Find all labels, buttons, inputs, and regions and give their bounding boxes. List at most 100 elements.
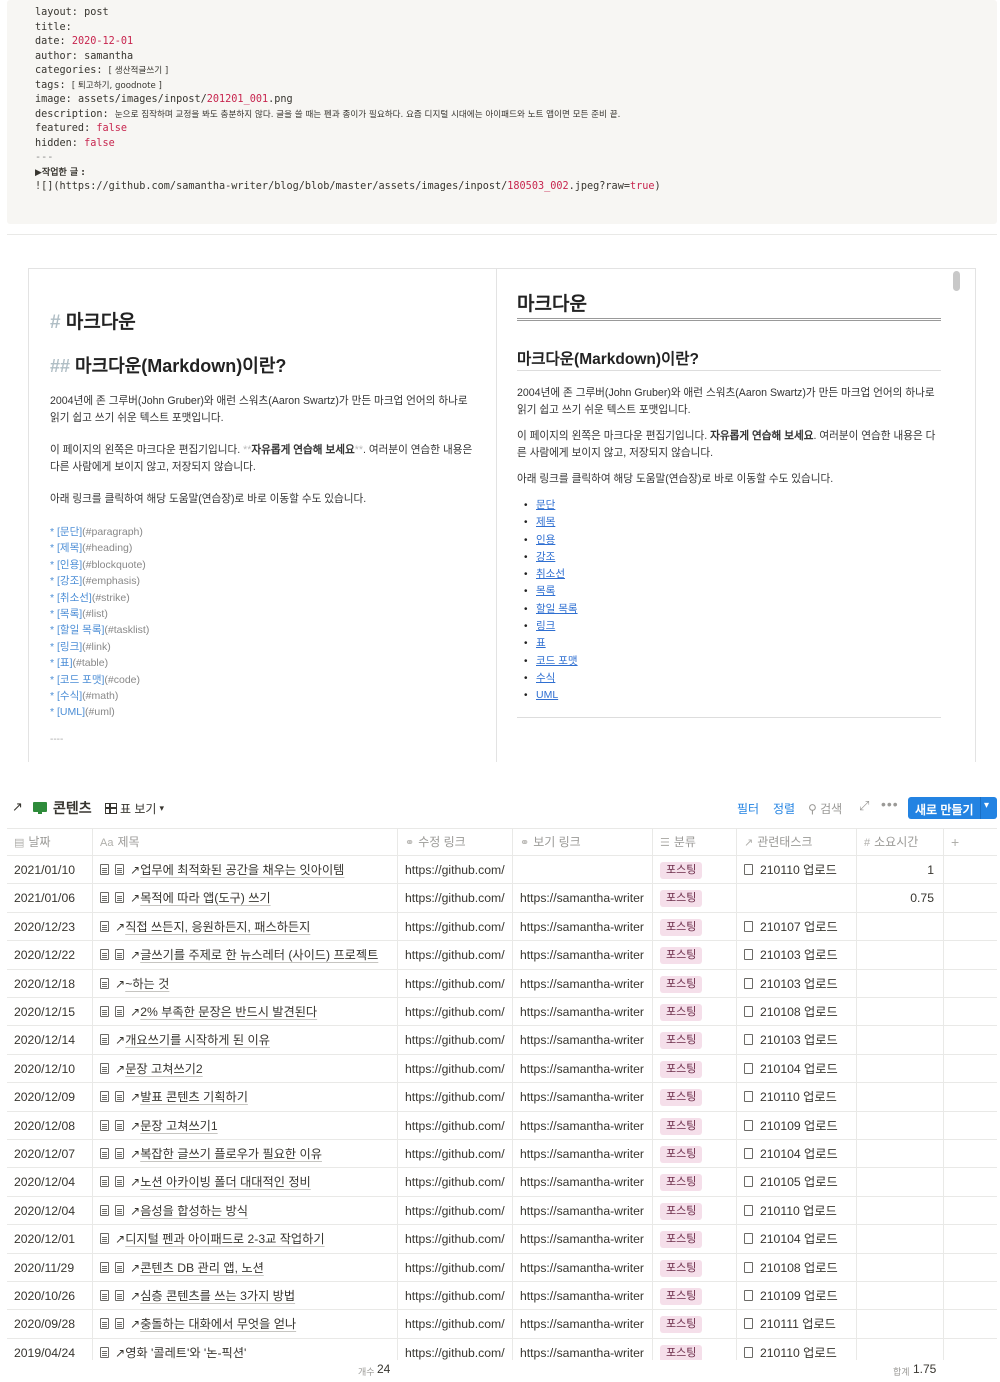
cell-title[interactable]: ↗디지털 펜과 아이패드로 2-3교 작업하기 — [93, 1225, 398, 1253]
preview-link-list[interactable]: 목록 — [536, 585, 555, 597]
cell-date[interactable]: 2020/09/28 — [7, 1310, 93, 1338]
page-title-link[interactable]: 충돌하는 대화에서 무엇을 얻나 — [140, 1317, 296, 1331]
cell-time[interactable]: 1 — [857, 856, 944, 884]
expand-icon[interactable]: ⤢ — [859, 798, 869, 814]
column-header-title[interactable]: Aa 제목 — [93, 829, 398, 855]
page-title-link[interactable]: 글쓰기를 주제로 한 뉴스레터 (사이드) 프로젝트 — [140, 948, 378, 962]
cell-view-link[interactable]: https://samantha-writer — [513, 884, 653, 912]
cell-view-link[interactable]: https://samantha-writer — [513, 1338, 653, 1360]
cell-title[interactable]: ↗개요쓰기를 시작하게 된 이유 — [93, 1026, 398, 1054]
cell-time[interactable] — [857, 1026, 944, 1054]
table-row[interactable]: 2020/09/28 ↗충돌하는 대화에서 무엇을 얻나 https://githu… — [7, 1310, 997, 1339]
cell-date[interactable]: 2020/12/08 — [7, 1111, 93, 1139]
cell-time[interactable] — [857, 1338, 944, 1360]
cell-time[interactable] — [857, 1168, 944, 1196]
table-row[interactable]: 2020/12/10 ↗문장 고쳐쓰기2 https://github.com/ht… — [7, 1054, 997, 1084]
cell-category[interactable]: 포스팅 — [653, 1338, 737, 1360]
cell-category[interactable]: 포스팅 — [653, 1225, 737, 1253]
page-title-link[interactable]: 디지털 펜과 아이패드로 2-3교 작업하기 — [125, 1232, 324, 1246]
cell-time[interactable] — [857, 1083, 944, 1111]
cell-time[interactable] — [857, 1282, 944, 1310]
add-column-icon[interactable]: + — [944, 829, 997, 855]
column-header-task[interactable]: ↗ 관련태스크 — [737, 829, 857, 855]
cell-edit-link[interactable]: https://github.com/ — [398, 1253, 513, 1281]
cell-date[interactable]: 2021/01/10 — [7, 856, 93, 884]
cell-date[interactable]: 2020/12/04 — [7, 1196, 93, 1225]
cell-category[interactable]: 포스팅 — [653, 998, 737, 1026]
filter-button[interactable]: 필터 — [737, 800, 759, 817]
markdown-editor-embed[interactable]: # 마크다운 ## 마크다운(Markdown)이란? 2004년에 존 그루버… — [28, 268, 976, 762]
preview-link-code[interactable]: 코드 포맷 — [536, 655, 578, 667]
cell-edit-link[interactable]: https://github.com/ — [398, 1225, 513, 1253]
column-header-time[interactable]: # 소요시간 — [857, 829, 944, 855]
cell-title[interactable]: ↗콘텐츠 DB 관리 앱, 노션 — [93, 1253, 398, 1281]
page-title-link[interactable]: 목적에 따라 앱(도구) 쓰기 — [140, 891, 270, 905]
cell-time[interactable] — [857, 1140, 944, 1168]
table-row[interactable]: 2019/04/24 ↗영화 '콜레트'와 '논-픽션' https://githu… — [7, 1338, 997, 1360]
cell-title[interactable]: ↗2% 부족한 문장은 반드시 발견된다 — [93, 998, 398, 1026]
page-title-link[interactable]: 음성을 합성하는 방식 — [140, 1204, 248, 1218]
table-row[interactable]: 2020/12/08 ↗문장 고쳐쓰기1 https://github.com/ht… — [7, 1111, 997, 1140]
cell-edit-link[interactable]: https://github.com/ — [398, 1083, 513, 1111]
task-link[interactable]: 210103 업로드 — [760, 1033, 838, 1047]
sort-button[interactable]: 정렬 — [773, 800, 795, 817]
cell-task[interactable]: 210105 업로드 — [737, 1168, 857, 1196]
cell-title[interactable]: ↗발표 콘텐츠 기획하기 — [93, 1083, 398, 1111]
cell-edit-link[interactable]: https://github.com/ — [398, 1026, 513, 1054]
cell-time[interactable] — [857, 969, 944, 997]
cell-category[interactable]: 포스팅 — [653, 1168, 737, 1196]
preview-link-link[interactable]: 링크 — [536, 620, 555, 632]
cell-edit-link[interactable]: https://github.com/ — [398, 1168, 513, 1196]
task-link[interactable]: 210111 업로드 — [760, 1317, 836, 1331]
cell-task[interactable]: 210110 업로드 — [737, 856, 857, 884]
cell-view-link[interactable]: https://samantha-writer — [513, 1282, 653, 1310]
task-link[interactable]: 210109 업로드 — [760, 1289, 838, 1303]
cell-task[interactable]: 210104 업로드 — [737, 1054, 857, 1083]
page-title-link[interactable]: 콘텐츠 DB 관리 앱, 노션 — [140, 1261, 264, 1275]
column-header-category[interactable]: ☰ 분류 — [653, 829, 737, 855]
cell-view-link[interactable]: https://samantha-writer — [513, 1196, 653, 1225]
cell-date[interactable]: 2020/12/01 — [7, 1225, 93, 1253]
cell-category[interactable]: 포스팅 — [653, 1054, 737, 1083]
cell-category[interactable]: 포스팅 — [653, 1140, 737, 1168]
task-link[interactable]: 210103 업로드 — [760, 977, 838, 991]
cell-edit-link[interactable]: https://github.com/ — [398, 1310, 513, 1338]
table-row[interactable]: 2020/10/26 ↗심층 콘텐츠를 쓰는 3가지 방법 https://gith… — [7, 1282, 997, 1311]
cell-edit-link[interactable]: https://github.com/ — [398, 884, 513, 912]
column-header-date[interactable]: ▤ 날짜 — [7, 829, 93, 855]
task-link[interactable]: 210110 업로드 — [760, 863, 837, 877]
cell-task[interactable]: 210109 업로드 — [737, 1111, 857, 1139]
cell-edit-link[interactable]: https://github.com/ — [398, 1054, 513, 1083]
cell-time[interactable] — [857, 1054, 944, 1083]
table-row[interactable]: 2020/12/01 ↗디지털 펜과 아이패드로 2-3교 작업하기 https:/… — [7, 1225, 997, 1254]
page-title-link[interactable]: 개요쓰기를 시작하게 된 이유 — [125, 1033, 270, 1047]
cell-view-link[interactable]: https://samantha-writer — [513, 1168, 653, 1196]
cell-title[interactable]: ↗문장 고쳐쓰기2 — [93, 1054, 398, 1083]
cell-time[interactable] — [857, 1225, 944, 1253]
cell-category[interactable]: 포스팅 — [653, 912, 737, 941]
cell-time[interactable] — [857, 998, 944, 1026]
task-link[interactable]: 210110 업로드 — [760, 1090, 837, 1104]
page-title-link[interactable]: 영화 '콜레트'와 '논-픽션' — [125, 1346, 246, 1360]
cell-view-link[interactable]: https://samantha-writer — [513, 1225, 653, 1253]
database-title[interactable]: 콘텐츠 — [53, 798, 92, 818]
cell-category[interactable]: 포스팅 — [653, 1196, 737, 1225]
cell-category[interactable]: 포스팅 — [653, 969, 737, 997]
cell-edit-link[interactable]: https://github.com/ — [398, 1196, 513, 1225]
cell-title[interactable]: ↗글쓰기를 주제로 한 뉴스레터 (사이드) 프로젝트 — [93, 941, 398, 969]
cell-edit-link[interactable]: https://github.com/ — [398, 912, 513, 941]
preview-link-strike[interactable]: 취소선 — [536, 568, 565, 580]
column-header-view-link[interactable]: ⚭ 보기 링크 — [513, 829, 653, 855]
task-link[interactable]: 210104 업로드 — [760, 1232, 838, 1246]
table-row[interactable]: 2020/11/29 ↗콘텐츠 DB 관리 앱, 노션 https://github… — [7, 1253, 997, 1282]
cell-date[interactable]: 2021/01/06 — [7, 884, 93, 912]
cell-date[interactable]: 2020/12/22 — [7, 941, 93, 969]
page-title-link[interactable]: 업무에 최적화된 공간을 채우는 잇아이템 — [140, 863, 344, 877]
cell-category[interactable]: 포스팅 — [653, 1253, 737, 1281]
table-row[interactable]: 2020/12/23 ↗직접 쓰든지, 응원하든지, 패스하든지 https://g… — [7, 912, 997, 942]
page-title-link[interactable]: 심층 콘텐츠를 쓰는 3가지 방법 — [140, 1289, 295, 1303]
cell-category[interactable]: 포스팅 — [653, 884, 737, 912]
cell-category[interactable]: 포스팅 — [653, 941, 737, 969]
cell-title[interactable]: ↗심층 콘텐츠를 쓰는 3가지 방법 — [93, 1282, 398, 1310]
preview-scrollbar[interactable] — [953, 271, 960, 291]
